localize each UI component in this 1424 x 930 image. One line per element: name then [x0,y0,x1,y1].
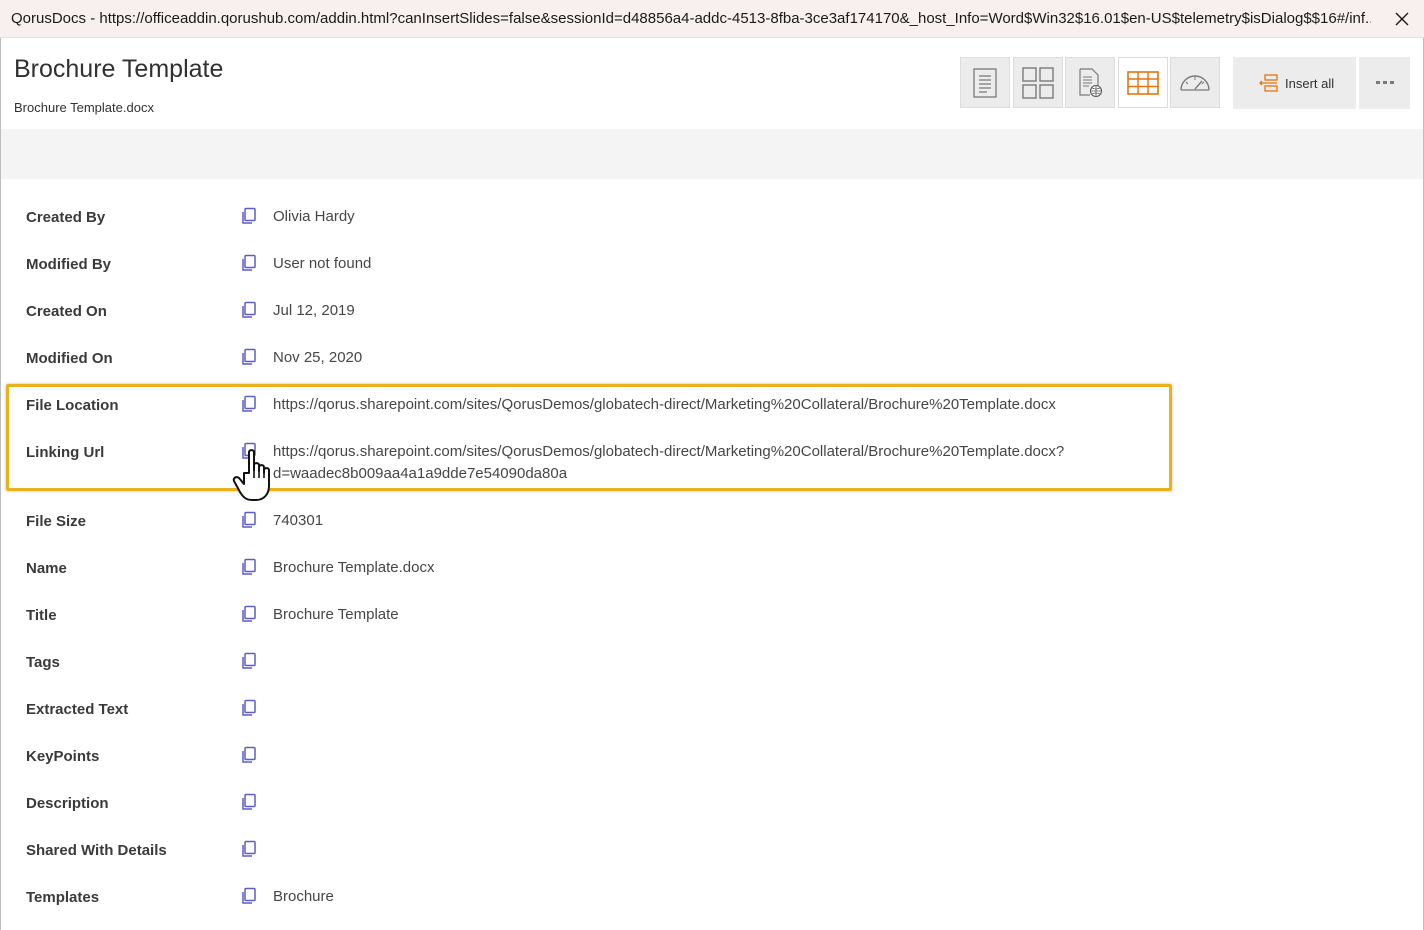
property-label: KeyPoints [26,748,100,765]
property-row: Created On Jul 12, 2019 [26,301,1176,325]
grid-view-icon [1022,66,1054,99]
property-row: Title Brochure Template [26,605,1176,629]
property-row: Tags [26,652,1176,676]
hand-cursor-icon [232,449,270,501]
property-value: Jul 12, 2019 [273,302,355,319]
page-title: Brochure Template [14,55,224,83]
web-document-icon [1079,67,1103,97]
property-label: Templates [26,889,100,906]
document-view-button[interactable] [960,57,1010,108]
property-value: Brochure Template [273,606,399,623]
property-row: Modified By User not found [26,254,1176,278]
property-row: Description [26,793,1176,817]
copy-icon[interactable] [240,793,258,811]
property-row: Extracted Text [26,699,1176,723]
more-options-button[interactable] [1359,57,1410,109]
property-row: Modified On Nov 25, 2020 [26,348,1176,372]
property-label: Name [26,560,67,577]
document-filename: Brochure Template.docx [14,100,154,115]
table-view-button[interactable] [1118,57,1168,108]
property-row: Name Brochure Template.docx [26,558,1176,582]
property-label: Title [26,607,57,624]
property-row: File Size 740301 [26,511,1176,535]
copy-icon[interactable] [240,652,258,670]
copy-icon[interactable] [240,207,258,225]
property-label: Modified On [26,350,113,367]
close-icon [1395,12,1409,26]
copy-icon[interactable] [240,605,258,623]
property-row: Created By Olivia Hardy [26,207,1176,231]
window-title-bar: QorusDocs - https://officeaddin.qorushub… [0,0,1424,38]
gauge-button[interactable] [1170,57,1220,108]
section-band [1,129,1423,179]
insert-icon [1259,74,1278,92]
grid-view-button[interactable] [1013,57,1063,108]
property-label: Shared With Details [26,842,167,859]
copy-icon[interactable] [240,699,258,717]
highlight-box [6,384,1172,491]
table-view-icon [1127,70,1159,95]
copy-icon[interactable] [240,254,258,272]
property-value: 740301 [273,512,324,529]
close-button[interactable] [1380,0,1424,38]
web-document-button[interactable] [1065,57,1115,108]
property-label: Modified By [26,256,111,273]
property-value: Brochure [273,888,334,905]
copy-icon[interactable] [240,301,258,319]
property-value: Brochure Template.docx [273,559,435,576]
property-label: Tags [26,654,60,671]
insert-all-button[interactable]: Insert all [1233,57,1356,109]
document-view-icon [973,67,997,98]
property-label: Created On [26,303,107,320]
copy-icon[interactable] [240,746,258,764]
copy-icon[interactable] [240,840,258,858]
copy-icon[interactable] [240,511,258,529]
more-icon [1375,81,1394,84]
property-label: Created By [26,209,106,226]
property-value: Olivia Hardy [273,208,355,225]
property-value: Nov 25, 2020 [273,349,363,366]
window-title: QorusDocs - https://officeaddin.qorushub… [11,10,1371,27]
property-row: Templates Brochure [26,887,1176,911]
copy-icon[interactable] [240,558,258,576]
property-label: File Size [26,513,87,530]
copy-icon[interactable] [240,887,258,905]
copy-icon[interactable] [240,348,258,366]
property-label: Extracted Text [26,701,129,718]
property-row: Shared With Details [26,840,1176,864]
property-value: User not found [273,255,372,272]
gauge-icon [1180,74,1210,91]
property-row: KeyPoints [26,746,1176,770]
insert-all-label: Insert all [1285,75,1335,91]
property-label: Description [26,795,109,812]
